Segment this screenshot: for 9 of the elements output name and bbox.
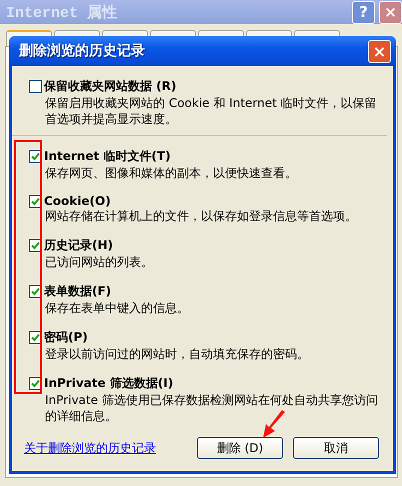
option-description: InPrivate 筛选使用已保存数据检测网站在何处自动共享您访问的详细信息。 bbox=[45, 392, 379, 424]
dialog-title: 删除浏览的历史记录 bbox=[19, 42, 146, 60]
option-description: 网站存储在计算机上的文件，以保存如登录信息等首选项。 bbox=[45, 208, 358, 224]
window-title: Internet 属性 bbox=[6, 4, 118, 22]
option-description: 保存网页、图像和媒体的副本，以便快速查看。 bbox=[45, 165, 298, 181]
option-description: 保存在表单中键入的信息。 bbox=[45, 300, 190, 316]
option-description: 登录以前访问过的网站时，自动填充保存的密码。 bbox=[45, 346, 310, 362]
option-description: 保留启用收藏夹网站的 Cookie 和 Internet 临时文件，以保留首选项并提高显示速度。 bbox=[45, 95, 377, 127]
option-description: 已访问网站的列表。 bbox=[45, 254, 154, 270]
